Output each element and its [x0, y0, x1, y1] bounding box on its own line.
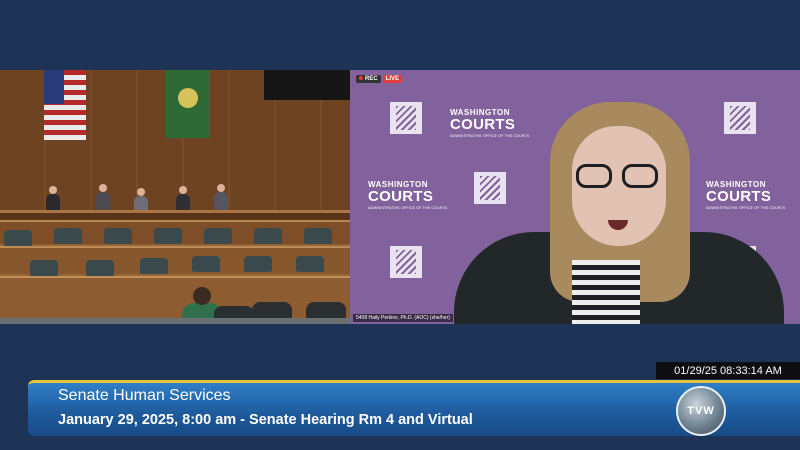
courts-mark-icon	[724, 102, 756, 134]
logo-line2: COURTS	[706, 188, 772, 205]
us-flag	[44, 70, 86, 140]
chair	[296, 256, 324, 272]
speaker-shirt	[572, 260, 640, 324]
chair	[104, 228, 132, 244]
state-flag	[166, 70, 210, 138]
logo-line2: COURTS	[450, 116, 516, 133]
chamber-video-feed	[0, 70, 350, 324]
rec-dot-icon	[359, 76, 363, 80]
chair	[192, 256, 220, 272]
chair	[4, 230, 32, 246]
live-badge: LIVE	[382, 75, 403, 83]
courts-logo: WASHINGTON COURTS ADMINISTRATIVE OFFICE …	[706, 174, 800, 214]
tvw-logo: TVW	[676, 386, 726, 436]
courts-logo	[724, 102, 800, 142]
chair	[244, 256, 272, 272]
broadcast-timestamp: 01/29/25 08:33:14 AM	[656, 362, 800, 379]
chair	[304, 228, 332, 244]
seating-row	[0, 276, 350, 324]
broadcast-frame: REC LIVE WASHINGTON COURTS ADMINISTRATIV…	[0, 0, 800, 450]
chamber-bottom-strip	[0, 318, 350, 324]
wall-monitor	[264, 70, 350, 100]
logo-line3: ADMINISTRATIVE OFFICE OF THE COURTS	[450, 134, 530, 138]
chair	[86, 260, 114, 276]
logo-line3: ADMINISTRATIVE OFFICE OF THE COURTS	[706, 206, 786, 210]
glasses-icon	[576, 164, 662, 190]
program-title: Senate Human Services	[58, 387, 231, 404]
chair	[140, 258, 168, 274]
logo-line3: ADMINISTRATIVE OFFICE OF THE COURTS	[368, 206, 448, 210]
chair	[154, 228, 182, 244]
chair	[204, 228, 232, 244]
logo-line2: COURTS	[368, 188, 434, 205]
chair	[30, 260, 58, 276]
courts-mark-icon	[390, 102, 422, 134]
courts-logo: WASHINGTON COURTS ADMINISTRATIVE OFFICE …	[390, 102, 550, 142]
tvw-logo-text: TVW	[687, 405, 715, 417]
participant-name: 5408 Haily Perkins, Ph.D. (AOC) (she/her…	[353, 314, 453, 322]
rec-badge: REC	[356, 75, 381, 83]
remote-video-feed: REC LIVE WASHINGTON COURTS ADMINISTRATIV…	[350, 70, 800, 324]
courts-mark-icon	[474, 172, 506, 204]
chair	[54, 228, 82, 244]
program-subtitle: January 29, 2025, 8:00 am - Senate Heari…	[58, 412, 473, 428]
chair	[254, 228, 282, 244]
recording-indicator: REC LIVE	[356, 74, 403, 84]
courts-mark-icon	[390, 246, 422, 278]
